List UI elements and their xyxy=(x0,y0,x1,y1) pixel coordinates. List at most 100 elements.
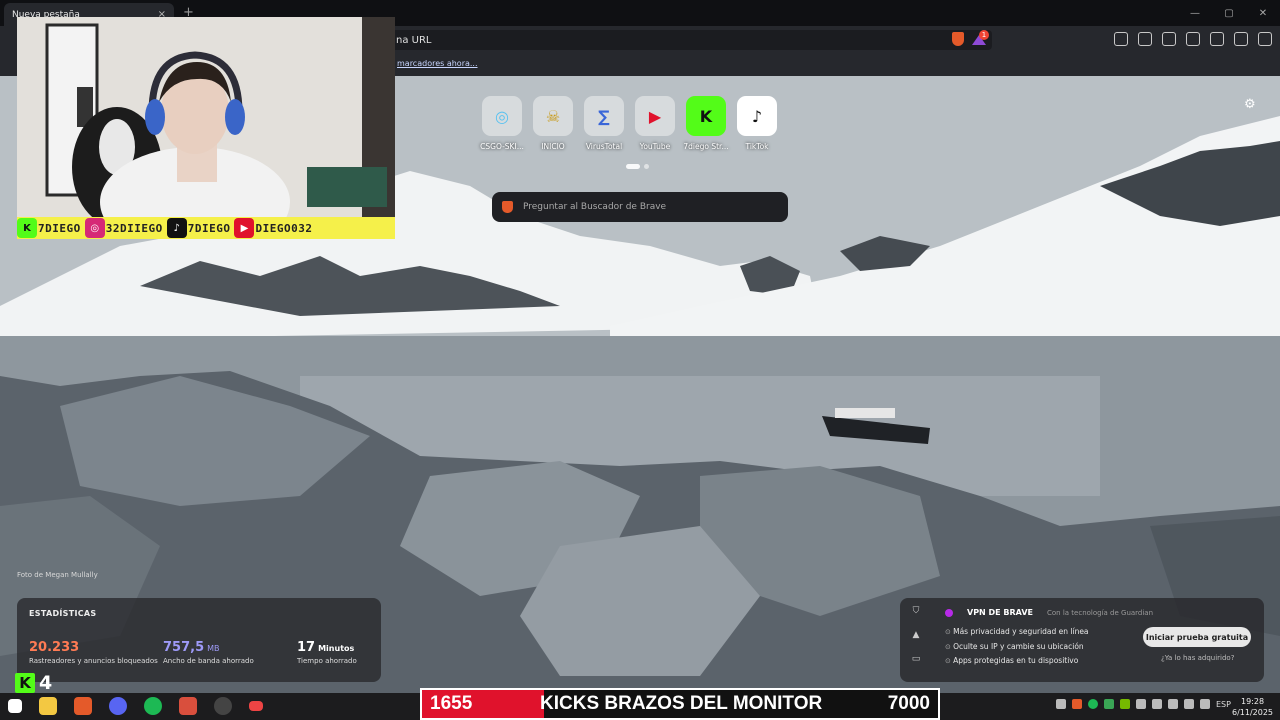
maximize-button[interactable]: ▢ xyxy=(1212,0,1246,26)
spotify-icon[interactable] xyxy=(144,697,162,715)
top-site[interactable]: K 7diego Str... xyxy=(683,96,729,151)
search-box[interactable]: Preguntar al Buscador de Brave xyxy=(492,192,788,222)
top-site[interactable]: ☠ INICIO xyxy=(533,96,573,151)
keyboard-icon[interactable] xyxy=(1136,699,1146,709)
brave-search-icon xyxy=(502,201,513,213)
network-icon[interactable] xyxy=(1168,699,1178,709)
vpn-logo-icon xyxy=(945,608,953,617)
address-bar-text: na URL xyxy=(396,34,432,46)
vpn-feature: Más privacidad y seguridad en línea xyxy=(945,625,1088,640)
social-kick: K 7DIEGO xyxy=(17,217,85,239)
tiktok-icon: ♪ xyxy=(737,96,777,136)
top-site-label: YouTube xyxy=(639,142,671,151)
stat-label: Rastreadores y anuncios bloqueados xyxy=(29,657,158,665)
screenshot-icon[interactable] xyxy=(1138,32,1152,46)
extensions-icon[interactable] xyxy=(1114,32,1128,46)
file-explorer-icon[interactable] xyxy=(39,697,57,715)
minimize-button[interactable]: — xyxy=(1178,0,1212,26)
kick-viewer-counter: K 4 xyxy=(15,672,52,694)
photo-credit[interactable]: Foto de Megan Mullally xyxy=(17,571,98,579)
wallet-icon[interactable] xyxy=(1186,32,1200,46)
app-cube-icon[interactable] xyxy=(179,697,197,715)
clock[interactable]: 19:28 6/11/2025 xyxy=(1232,696,1273,718)
social-instagram: ◎ 32DIIEGO xyxy=(84,217,167,239)
volume-icon[interactable] xyxy=(1184,699,1194,709)
top-site-label: VirusTotal xyxy=(585,142,623,151)
social-handle: 7DIEGO xyxy=(38,221,81,235)
youtube-icon: ▶ xyxy=(635,96,675,136)
top-site-label: CSGO-SKI... xyxy=(480,142,524,151)
tray-app-icon[interactable] xyxy=(1072,699,1082,709)
social-handles-bar: K 7DIEGO ◎ 32DIIEGO ♪ 7DIEGO ▶ DIEGO032 xyxy=(17,217,395,239)
clock-date: 6/11/2025 xyxy=(1232,708,1274,717)
system-tray: ESP xyxy=(1056,699,1231,709)
vpn-icon[interactable] xyxy=(1234,32,1248,46)
stat-value: 17 xyxy=(297,640,316,655)
goal-current: 1655 xyxy=(430,693,473,714)
clock-time: 19:28 xyxy=(1240,697,1265,706)
leo-ai-icon[interactable] xyxy=(1210,32,1224,46)
vpn-feature: Apps protegidas en tu dispositivo xyxy=(945,654,1089,669)
kick-icon: K xyxy=(17,218,37,238)
obs-icon[interactable] xyxy=(214,697,232,715)
top-site-label: INICIO xyxy=(541,142,565,151)
goal-label: KICKS BRAZOS DEL MONITOR xyxy=(540,693,823,714)
close-window-button[interactable]: ✕ xyxy=(1246,0,1280,26)
vpn-widget: ⛉ ▲ ▭ VPN DE BRAVE Con la tecnología de … xyxy=(900,598,1264,682)
top-site[interactable]: ∑ VirusTotal xyxy=(584,96,624,151)
window-controls: — ▢ ✕ xyxy=(1178,0,1280,26)
sidebar-icon[interactable] xyxy=(1162,32,1176,46)
address-bar[interactable]: na URL 1 xyxy=(386,30,992,50)
social-youtube: ▶ DIEGO032 xyxy=(234,217,316,239)
top-site[interactable]: ▶ YouTube xyxy=(635,96,675,151)
stat-value: 20.233 xyxy=(29,640,80,655)
app-window-icon[interactable] xyxy=(249,701,263,711)
menu-icon[interactable] xyxy=(1258,32,1272,46)
stat-unit: MB xyxy=(207,644,220,653)
nvidia-icon[interactable] xyxy=(1120,699,1130,709)
tray-app-icon[interactable] xyxy=(1056,699,1066,709)
camera-icon[interactable]: ▭ xyxy=(912,654,921,664)
stat-trackers: 20.233 Rastreadores y anuncios bloqueado… xyxy=(29,636,163,665)
top-site[interactable]: ◎ CSGO-SKI... xyxy=(480,96,524,151)
tray-app-icon[interactable] xyxy=(1104,699,1114,709)
social-handle: 7DIEGO xyxy=(187,221,231,235)
import-bookmarks-link[interactable]: marcadores ahora... xyxy=(397,59,478,68)
stat-label: Tiempo ahorrado xyxy=(297,657,357,665)
language-indicator[interactable]: ESP xyxy=(1216,700,1231,709)
viewer-count: 4 xyxy=(39,672,53,694)
webcam-overlay xyxy=(17,17,395,217)
warning-icon[interactable]: ▲ xyxy=(913,630,920,640)
goal-target: 7000 xyxy=(887,693,930,714)
pager-dot-active[interactable] xyxy=(626,164,640,169)
stat-time: 17 Minutos Tiempo ahorrado xyxy=(297,636,369,665)
vpn-shield-icon[interactable]: ⛉ xyxy=(913,606,920,616)
instagram-icon: ◎ xyxy=(84,218,105,238)
stat-label: Ancho de banda ahorrado xyxy=(163,657,254,665)
vpn-title: VPN DE BRAVE xyxy=(967,608,1033,617)
stats-widget: ESTADÍSTICAS 20.233 Rastreadores y anunc… xyxy=(17,598,381,682)
stat-unit: Minutos xyxy=(318,644,355,653)
top-site-label: TikTok xyxy=(745,142,769,151)
vpn-powered-by: Con la tecnología de Guardian xyxy=(1047,608,1154,617)
discord-icon[interactable] xyxy=(109,697,127,715)
gear-icon[interactable]: ⚙ xyxy=(1244,97,1256,112)
top-sites: ◎ CSGO-SKI... ☠ INICIO ∑ VirusTotal ▶ Yo… xyxy=(480,96,777,151)
goal-ticker: 1655 KICKS BRAZOS DEL MONITOR 7000 xyxy=(420,688,940,720)
stats-title: ESTADÍSTICAS xyxy=(29,609,97,618)
kick-icon: K xyxy=(686,96,726,136)
top-site[interactable]: ♪ TikTok xyxy=(737,96,777,151)
social-handle: 32DIIEGO xyxy=(105,221,163,235)
battery-icon[interactable] xyxy=(1200,699,1210,709)
brave-shields-icon[interactable] xyxy=(952,32,964,46)
brave-browser-icon[interactable] xyxy=(74,697,92,715)
windows-start-icon[interactable] xyxy=(8,699,22,713)
spotify-tray-icon[interactable] xyxy=(1088,699,1098,709)
microphone-icon[interactable] xyxy=(1152,699,1162,709)
start-trial-button[interactable]: Iniciar prueba gratuita xyxy=(1143,627,1251,647)
pager-dot[interactable] xyxy=(644,164,649,169)
brave-rewards-icon[interactable]: 1 xyxy=(972,30,989,45)
search-placeholder: Preguntar al Buscador de Brave xyxy=(523,202,667,212)
vpn-features: Más privacidad y seguridad en línea Ocul… xyxy=(945,625,1089,669)
already-purchased-link[interactable]: ¿Ya lo has adquirido? xyxy=(1161,654,1234,662)
